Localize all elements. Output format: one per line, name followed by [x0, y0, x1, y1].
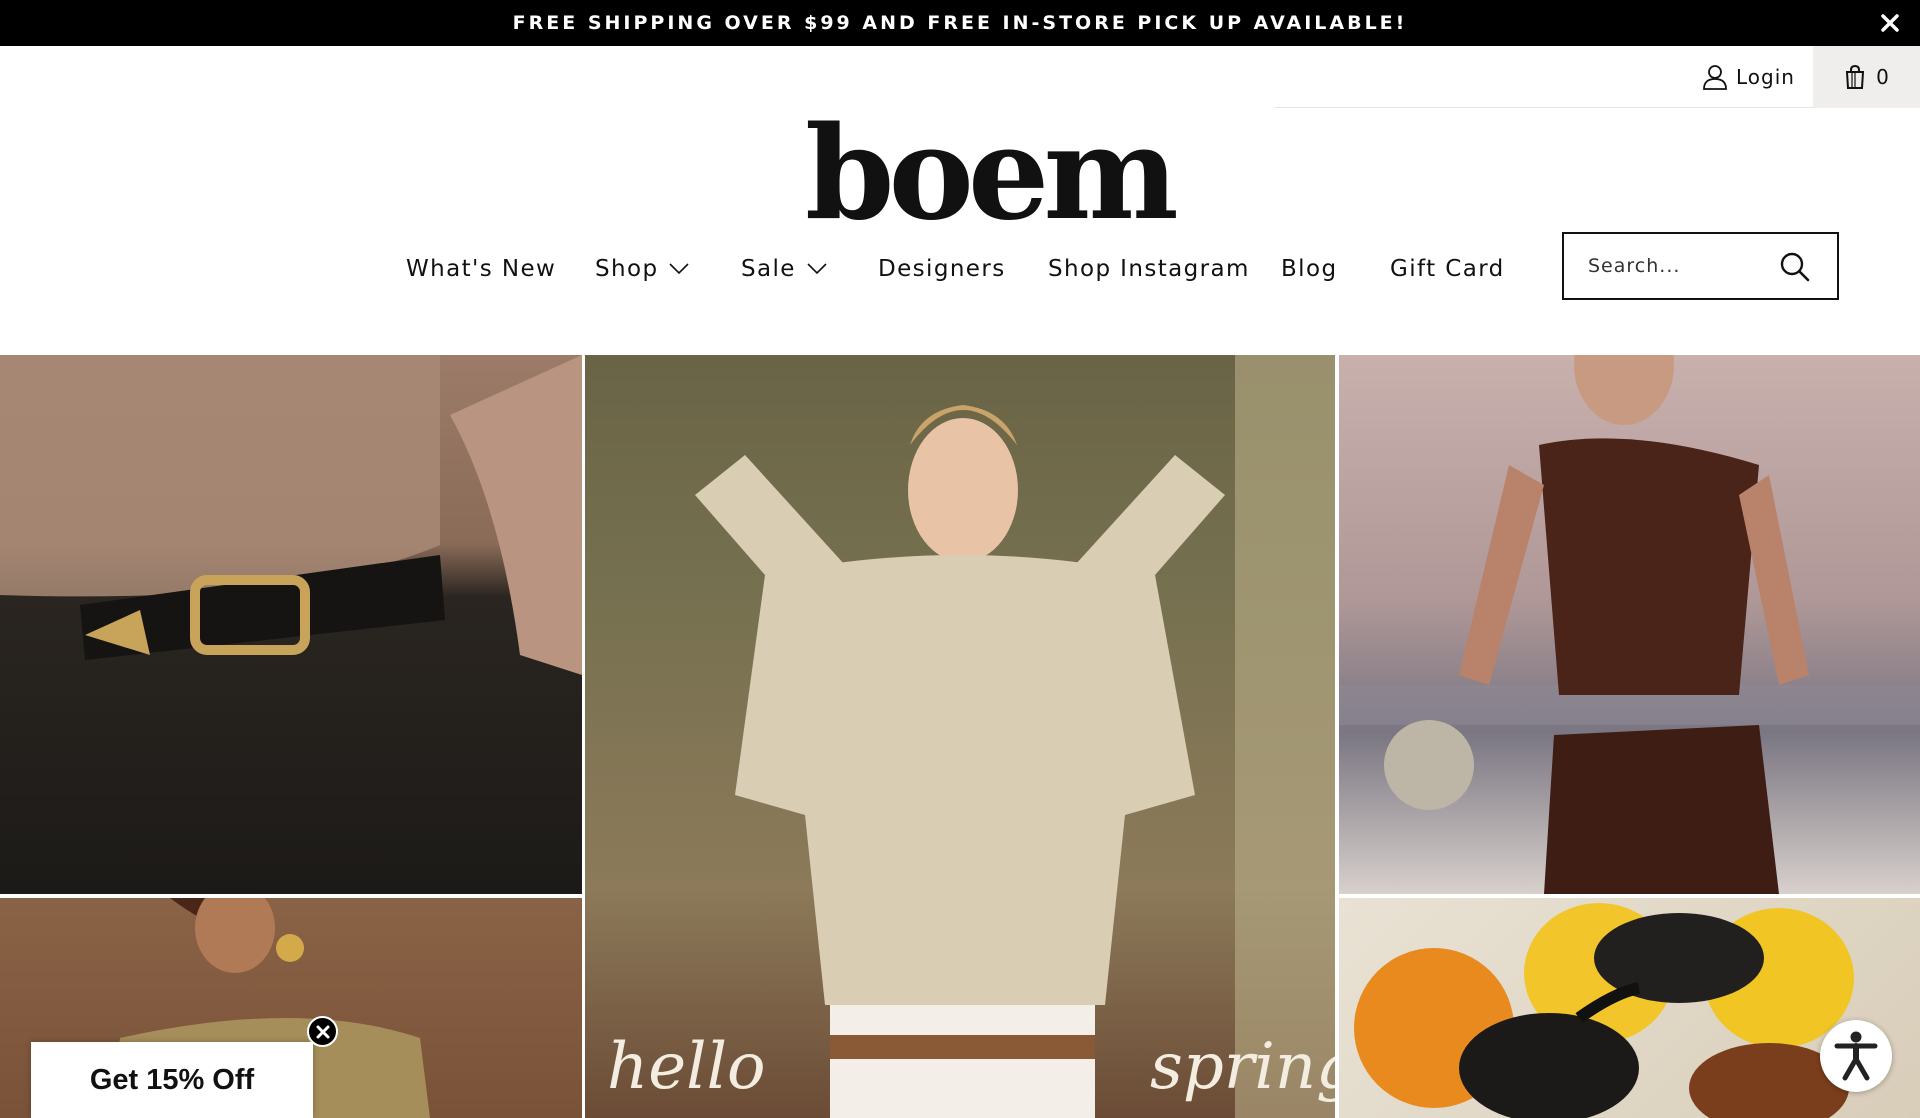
- search-input[interactable]: [1588, 255, 1778, 277]
- shopping-bag-icon: [1846, 65, 1865, 89]
- nav-item-gift-card[interactable]: Gift Card: [1390, 249, 1505, 289]
- product-image-sunglasses[interactable]: [1339, 898, 1920, 1118]
- nav-item-label: Blog: [1281, 256, 1338, 282]
- nav-item-label: Shop Instagram: [1048, 256, 1250, 282]
- promo-close-button[interactable]: [307, 1016, 338, 1047]
- cart-count: 0: [1876, 65, 1889, 89]
- nav-item-designers[interactable]: Designers: [878, 249, 1006, 289]
- chevron-down-icon: [807, 263, 827, 275]
- nav-item-shop-instagram[interactable]: Shop Instagram: [1048, 249, 1250, 289]
- promo-label: Get 15% Off: [89, 1063, 255, 1096]
- nav-item-whats-new[interactable]: What's New: [406, 249, 556, 289]
- main-nav: What's New Shop Sale Designers Shop Inst…: [0, 249, 1530, 289]
- cart-button[interactable]: 0: [1813, 46, 1920, 108]
- close-icon[interactable]: [1878, 11, 1902, 35]
- login-link[interactable]: Login: [1702, 46, 1795, 108]
- product-image-belt[interactable]: [0, 355, 582, 894]
- sunglasses-illustration: [1354, 903, 1854, 1118]
- hero-text-hello: hello: [607, 1030, 766, 1104]
- accessibility-icon: [1834, 1031, 1878, 1081]
- announcement-text: FREE SHIPPING OVER $99 AND FREE IN-STORE…: [512, 12, 1408, 34]
- accessibility-button[interactable]: [1820, 1020, 1892, 1092]
- login-label: Login: [1736, 65, 1795, 89]
- nav-item-label: Sale: [741, 256, 796, 282]
- nav-item-sale[interactable]: Sale: [741, 249, 828, 289]
- user-icon: [1703, 65, 1727, 90]
- belt-illustration: [0, 355, 582, 675]
- chevron-down-icon: [669, 263, 690, 275]
- nav-item-label: Gift Card: [1390, 256, 1505, 282]
- close-icon: [316, 1025, 329, 1038]
- promo-popup-button[interactable]: Get 15% Off: [31, 1042, 313, 1118]
- search-icon[interactable]: [1779, 251, 1811, 283]
- nav-item-label: Designers: [878, 256, 1006, 282]
- nav-item-label: Shop: [595, 256, 659, 282]
- search-box: [1562, 232, 1839, 300]
- product-image-top[interactable]: [1339, 355, 1920, 894]
- brown-top-illustration: [1339, 355, 1920, 894]
- announcement-bar: FREE SHIPPING OVER $99 AND FREE IN-STORE…: [0, 0, 1920, 46]
- nav-item-shop[interactable]: Shop: [595, 249, 690, 289]
- nav-item-blog[interactable]: Blog: [1281, 249, 1337, 289]
- product-image-sweater[interactable]: hello spring: [585, 355, 1335, 1118]
- account-bar: Login 0: [1275, 46, 1920, 108]
- nav-item-label: What's New: [406, 256, 557, 282]
- sweater-illustration: [695, 355, 1335, 1118]
- logo[interactable]: boem: [805, 110, 1179, 238]
- hero-text-spring: spring: [1150, 1030, 1335, 1104]
